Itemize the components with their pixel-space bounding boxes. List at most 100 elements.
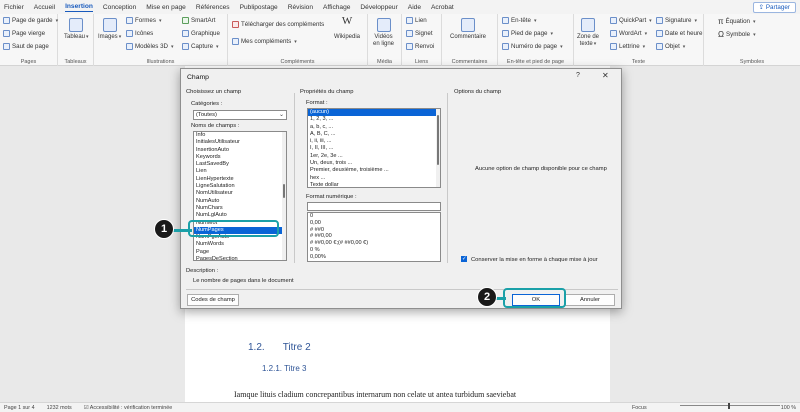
format-item[interactable]: (aucun) [308, 109, 440, 117]
format-item[interactable]: Un, deux, trois ... [308, 160, 440, 167]
footer-button[interactable]: Pied de page [502, 30, 553, 37]
format-item[interactable]: a, b, c, ... [308, 124, 440, 131]
models-3d-button[interactable]: Modèles 3D [126, 43, 174, 50]
format-item[interactable]: 1, 2, 3, ... [308, 116, 440, 123]
field-name-item[interactable]: NomUtilisateur [194, 190, 286, 197]
drop-cap-button[interactable]: Lettrine [610, 43, 645, 50]
symbol-button[interactable]: Ω Symbole [718, 30, 756, 39]
my-addins-button[interactable]: Mes compléments [232, 38, 297, 45]
categories-select[interactable]: (Toutes) ⌄ [193, 110, 287, 120]
format-item[interactable]: Premier, deuxième, troisième ... [308, 167, 440, 174]
wordart-button[interactable]: WordArt [610, 30, 647, 37]
chart-button[interactable]: Graphique [182, 30, 220, 37]
format-item[interactable]: 1er, 2e, 3e ... [308, 153, 440, 160]
cross-reference-button[interactable]: Renvoi [406, 43, 434, 50]
menu-tab[interactable]: Affichage [323, 4, 350, 11]
field-codes-button[interactable]: Codes de champ [187, 294, 239, 306]
numeric-format-item[interactable]: 0 % [308, 247, 440, 254]
field-name-item[interactable]: LastSavedBy [194, 161, 286, 168]
field-name-item[interactable]: InitialesUtilisateur [194, 139, 286, 146]
menu-tab[interactable]: Publipostage [240, 4, 278, 11]
menu-tab[interactable]: Accueil [34, 4, 55, 11]
word-count[interactable]: 1232 mots [47, 405, 72, 411]
field-name-item[interactable]: NumChars [194, 205, 286, 212]
numeric-format-input[interactable] [307, 202, 441, 211]
text-box-button[interactable]: Zone de texte [577, 18, 599, 48]
smartart-button[interactable]: SmartArt [182, 17, 215, 24]
format-item[interactable]: i, ii, iii, ... [308, 138, 440, 145]
numeric-format-item[interactable]: # ##0 [308, 227, 440, 234]
zoom-level[interactable]: 100 % [781, 405, 800, 411]
menu-tab[interactable]: Insertion [65, 3, 93, 12]
equation-button[interactable]: π Équation [718, 17, 755, 26]
format-label: Format : [306, 100, 328, 106]
images-button[interactable]: Images [98, 18, 121, 41]
field-name-item[interactable]: LienHypertexte [194, 176, 286, 183]
format-list-scrollbar[interactable] [436, 109, 440, 187]
zoom-slider-knob[interactable] [728, 403, 730, 409]
help-icon[interactable]: ? [576, 72, 580, 79]
accessibility-status[interactable]: ☑ Accessibilité : vérification terminée [84, 405, 172, 411]
wordart-icon [610, 30, 617, 37]
format-item[interactable]: hex ... [308, 175, 440, 182]
menu-tab[interactable]: Fichier [4, 4, 24, 11]
share-button[interactable]: ⇪ Partager [752, 2, 796, 13]
quickpart-button[interactable]: QuickPart [610, 17, 652, 24]
menu-tab[interactable]: Aide [408, 4, 421, 11]
comment-button[interactable]: Commentaire [450, 18, 486, 41]
menu-tab[interactable]: Mise en page [146, 4, 186, 11]
menu-tab[interactable]: Références [196, 4, 230, 11]
menu-tab[interactable]: Acrobat [431, 4, 454, 11]
date-time-button[interactable]: Date et heure [656, 30, 703, 37]
object-button[interactable]: Objet [656, 43, 685, 50]
focus-button[interactable]: Focus [632, 405, 647, 411]
field-name-item[interactable]: LigneSalutation [194, 183, 286, 190]
page-count[interactable]: Page 1 sur 4 [4, 405, 35, 411]
capture-button[interactable]: Capture [182, 43, 219, 50]
numeric-format-item[interactable]: 0,00 [308, 220, 440, 227]
cancel-button[interactable]: Annuler [565, 294, 615, 306]
bookmark-button[interactable]: Signet [406, 30, 433, 37]
menu-tab[interactable]: Révision [288, 4, 313, 11]
link-button[interactable]: Lien [406, 17, 427, 24]
numeric-format-item[interactable]: # ##0,00 [308, 233, 440, 240]
cover-page-button[interactable]: Page de garde [3, 17, 58, 24]
menu-tab[interactable]: Développeur [360, 4, 397, 11]
field-name-item[interactable]: Lien [194, 168, 286, 175]
field-name-item[interactable]: NumLglAuto [194, 212, 286, 219]
numeric-format-item[interactable]: # ##0,00 €;(# ##0,00 €) [308, 240, 440, 247]
menu-tab[interactable]: Conception [103, 4, 136, 11]
field-list-scrollbar[interactable] [282, 132, 286, 260]
table-button[interactable]: Tableau [64, 18, 89, 41]
wikipedia-button[interactable]: W Wikipedia [334, 16, 360, 41]
field-name-item[interactable]: NumAuto [194, 198, 286, 205]
page-number-button[interactable]: Numéro de page [502, 43, 563, 50]
field-name-item[interactable]: Keywords [194, 154, 286, 161]
online-video-button[interactable]: Vidéos en ligne [373, 18, 394, 48]
format-list-scroll-thumb[interactable] [437, 115, 439, 165]
header-button[interactable]: En-tête [502, 17, 536, 24]
signature-button[interactable]: Signature [656, 17, 697, 24]
blank-page-button[interactable]: Page vierge [3, 30, 45, 37]
preserve-format-checkbox[interactable]: ✓ [461, 256, 467, 262]
numeric-format-list[interactable]: 0 0,00 # ##0 # ##0,00 # ##0,00 €;(# ##0,00 €… [307, 212, 441, 262]
numeric-format-item[interactable]: 0 [308, 213, 440, 220]
field-name-item[interactable]: NumWords [194, 241, 286, 248]
format-item[interactable]: Texte dollar [308, 182, 440, 187]
field-names-list[interactable]: Info InitialesUtilisateur InsertionAuto Key… [193, 131, 287, 261]
get-addins-button[interactable]: Télécharger des compléments [232, 21, 324, 28]
format-list[interactable]: (aucun) 1, 2, 3, ... a, b, c, ... A, B, C, … [307, 108, 441, 188]
close-icon[interactable]: ✕ [602, 71, 609, 80]
page-break-button[interactable]: Saut de page [3, 43, 49, 50]
zoom-slider[interactable] [680, 405, 780, 406]
field-name-item[interactable]: InsertionAuto [194, 147, 286, 154]
field-list-scroll-thumb[interactable] [283, 184, 285, 198]
format-item[interactable]: I, II, III, ... [308, 145, 440, 152]
field-name-item[interactable]: Info [194, 132, 286, 139]
field-name-item[interactable]: PagesDeSection [194, 256, 286, 260]
field-name-item[interactable]: Page [194, 249, 286, 256]
numeric-format-item[interactable]: 0,00% [308, 254, 440, 261]
shapes-button[interactable]: Formes [126, 17, 162, 24]
format-item[interactable]: A, B, C, ... [308, 131, 440, 138]
icons-button[interactable]: Icônes [126, 30, 153, 37]
